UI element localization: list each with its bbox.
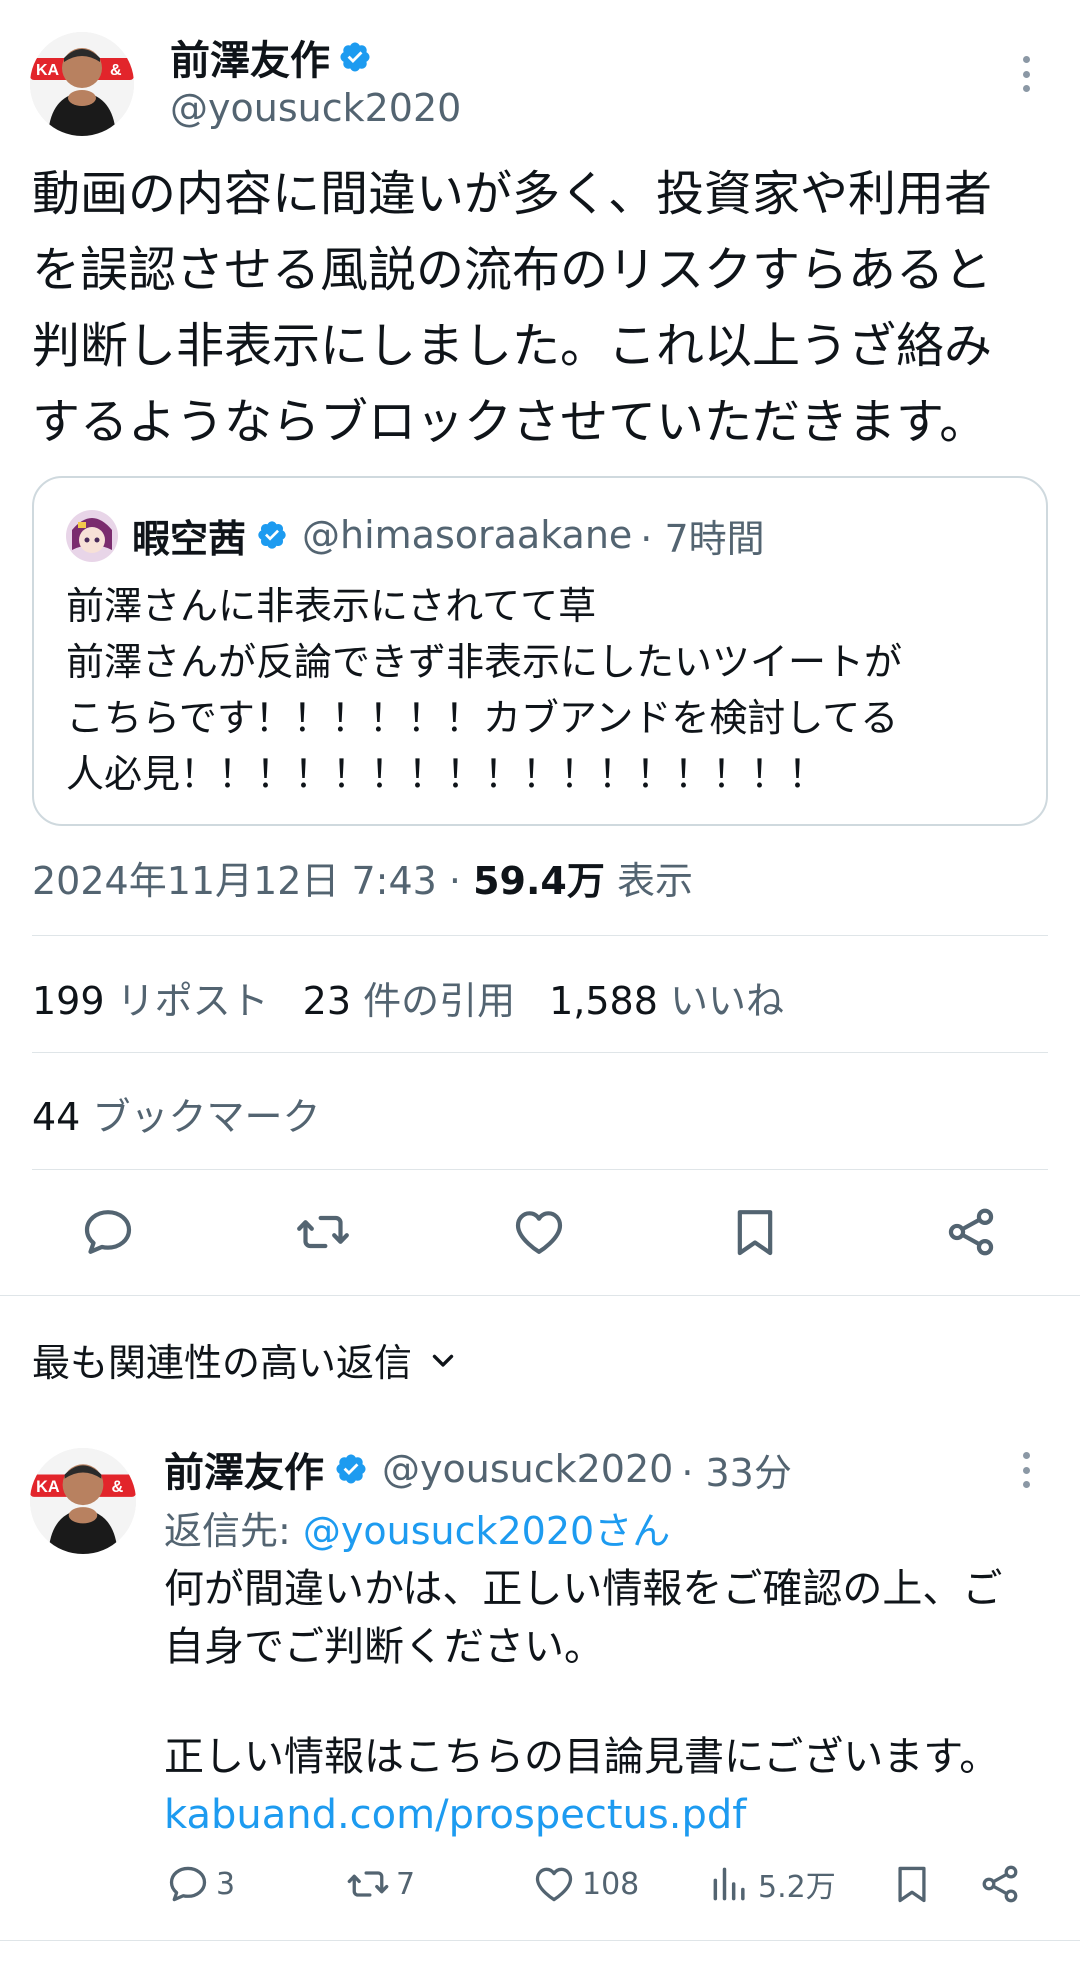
quote-text: 前澤さんに非表示にされてて草 前澤さんが反論できず非表示にしたいツイートが こち…	[66, 578, 1026, 802]
replies-sort-selector[interactable]: 最も関連性の高い返信	[32, 1332, 460, 1387]
reply-icon	[166, 1862, 210, 1906]
likes-count: 1,588	[549, 979, 658, 1023]
tweet-text: 動画の内容に間違いが多く、投資家や利用者 を誤認させる風説の流布のリスクすらある…	[32, 156, 1052, 460]
share-icon[interactable]	[943, 1204, 999, 1260]
tweet-text-line: を誤認させる風説の流布のリスクすらあると	[32, 242, 993, 298]
prospectus-link[interactable]: kabuand.com/prospectus.pdf	[164, 1786, 1054, 1844]
tweet-text-line: するようならブロックさせていただきます。	[32, 394, 988, 450]
reply-text-line: 何が間違いかは、正しい情報をご確認の上、ご	[164, 1566, 1003, 1612]
reply-share-action[interactable]	[978, 1862, 1028, 1906]
repost-icon[interactable]	[295, 1204, 351, 1260]
reply-text-line: 自身でご判断ください。	[164, 1624, 604, 1670]
reply-to-handle[interactable]: @yousuck2020さん	[303, 1509, 670, 1553]
tweet-text-line: 判断し非表示にしました。これ以上うざ絡み	[32, 318, 993, 374]
likes-stat[interactable]: 1,588 いいね	[549, 970, 784, 1025]
tweet-timestamp[interactable]: 2024年11月12日 7:43	[32, 859, 437, 903]
chevron-down-icon	[426, 1343, 460, 1377]
author-avatar[interactable]: KA &	[30, 32, 134, 136]
more-vertical-icon[interactable]	[1011, 1440, 1041, 1500]
quotes-label: 件の引用	[363, 979, 516, 1023]
quote-time: · 7時間	[640, 516, 765, 561]
like-icon	[532, 1862, 576, 1906]
likes-label: いいね	[670, 979, 785, 1023]
divider	[32, 935, 1048, 936]
bookmarks-count: 44	[32, 1095, 81, 1139]
quoted-tweet[interactable]: 暇空茜 @himasoraakane · 7時間 前澤さんに非表示にされてて草 …	[32, 476, 1048, 826]
quote-text-line: こちらです！！！！！！カブアンドを検討してる	[66, 696, 899, 740]
reposts-stat[interactable]: 199 リポスト	[32, 970, 269, 1025]
reply-replies-action[interactable]: 3	[166, 1862, 235, 1906]
more-vertical-icon[interactable]	[1011, 44, 1041, 104]
bookmark-icon[interactable]	[727, 1204, 783, 1260]
reply-repost-action[interactable]: 7	[346, 1862, 415, 1906]
repost-icon	[346, 1862, 390, 1906]
svg-text:&: &	[112, 1478, 124, 1496]
divider	[32, 1169, 1048, 1170]
svg-text:KA: KA	[36, 62, 60, 79]
views-count: 59.4万	[473, 859, 605, 903]
author-handle[interactable]: @yousuck2020	[170, 86, 461, 130]
reply-to-line: 返信先: @yousuck2020さん	[164, 1500, 670, 1555]
reply-views-count: 5.2万	[758, 1870, 836, 1905]
quote-text-line: 前澤さんが反論できず非表示にしたいツイートが	[66, 640, 903, 684]
reply-views-action[interactable]: 5.2万	[708, 1862, 836, 1906]
verified-badge-icon	[338, 40, 372, 74]
quote-text-line: 人必見！！！！！！！！！！！！！！！！！	[66, 752, 827, 796]
reply-icon[interactable]	[80, 1204, 136, 1260]
bookmark-icon	[890, 1862, 934, 1906]
tweet-meta: 2024年11月12日 7:43 · 59.4万 表示	[32, 850, 693, 905]
reply-like-action[interactable]: 108	[532, 1862, 639, 1906]
quotes-count: 23	[302, 979, 351, 1023]
like-icon[interactable]	[511, 1204, 567, 1260]
reply-author-handle[interactable]: @yousuck2020	[382, 1447, 673, 1491]
reply-text-line	[164, 1676, 1054, 1728]
reposts-label: リポスト	[116, 979, 269, 1023]
reply-reposts-count: 7	[396, 1866, 416, 1902]
reply-text: 何が間違いかは、正しい情報をご確認の上、ご 自身でご判断ください。 正しい情報は…	[164, 1560, 1054, 1844]
replies-section-title: 最も関連性の高い返信	[32, 1341, 413, 1385]
views-icon	[708, 1862, 752, 1906]
quote-author-name: 暇空茜	[132, 516, 247, 561]
reposts-count: 199	[32, 979, 105, 1023]
reply-bookmark-action[interactable]	[890, 1862, 940, 1906]
reply-text-line: 正しい情報はこちらの目論見書にございます。	[164, 1734, 1000, 1780]
stats-row: 199 リポスト 23 件の引用 1,588 いいね	[32, 970, 784, 1025]
divider	[0, 1295, 1080, 1296]
quote-avatar	[66, 510, 118, 562]
quote-author-handle: @himasoraakane	[302, 513, 633, 557]
svg-text:&: &	[110, 62, 122, 79]
bookmarks-stat[interactable]: 44 ブックマーク	[32, 1086, 320, 1141]
share-icon	[978, 1862, 1022, 1906]
reply-author-avatar[interactable]: KA &	[30, 1448, 136, 1554]
quote-text-line: 前澤さんに非表示にされてて草	[66, 584, 597, 628]
reply-time: · 33分	[681, 1450, 792, 1495]
views-label: 表示	[616, 859, 693, 903]
author-name[interactable]: 前澤友作	[170, 28, 330, 86]
reply-likes-count: 108	[582, 1866, 640, 1902]
tweet-text-line: 動画の内容に間違いが多く、投資家や利用者	[32, 166, 993, 222]
verified-badge-icon	[256, 519, 288, 551]
reply-to-prefix: 返信先:	[164, 1509, 303, 1553]
divider	[32, 1052, 1048, 1053]
reply-replies-count: 3	[216, 1866, 236, 1902]
bookmarks-label: ブックマーク	[92, 1095, 321, 1139]
svg-text:KA: KA	[36, 1478, 60, 1496]
verified-badge-icon	[334, 1452, 368, 1486]
divider	[0, 1940, 1080, 1941]
reply-author-name[interactable]: 前澤友作	[164, 1440, 324, 1498]
quotes-stat[interactable]: 23 件の引用	[303, 970, 515, 1025]
meta-separator: ·	[448, 859, 462, 903]
